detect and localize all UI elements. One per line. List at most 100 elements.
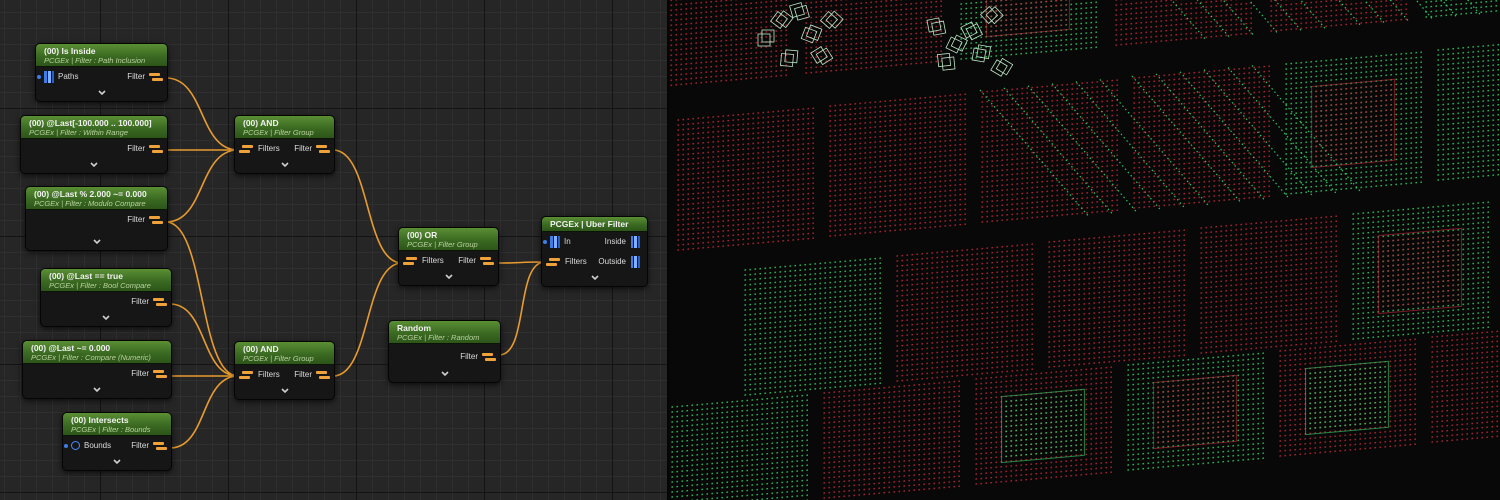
node-subtitle: PCGEx | Filter : Bool Compare (49, 281, 151, 290)
collapse-toggle[interactable] (41, 312, 171, 326)
node-and-group-2[interactable]: (00) AND PCGEx | Filter Group Filters Fi… (234, 341, 335, 400)
node-intersects-bounds[interactable]: (00) Intersects PCGEx | Filter : Bounds … (62, 412, 172, 471)
node-title: (00) OR (407, 230, 438, 240)
points-pin-icon[interactable] (631, 236, 641, 248)
filter-pin-icon[interactable] (482, 352, 496, 362)
exec-dot-icon (64, 444, 68, 448)
point-tile-22 (1126, 350, 1264, 473)
bounds-pin-icon[interactable] (71, 441, 80, 450)
point-tile-24 (1430, 322, 1500, 445)
node-header[interactable]: (00) Intersects PCGEx | Filter : Bounds (63, 413, 171, 436)
filter-pin-icon[interactable] (480, 256, 494, 266)
filter-pin-icon[interactable] (316, 144, 330, 154)
node-subtitle: PCGEx | Filter : Modulo Compare (34, 199, 146, 208)
filter-pin-icon[interactable] (239, 144, 253, 154)
wire-2 (165, 149, 239, 223)
node-compare-numeric[interactable]: (00) @Last ~= 0.000 PCGEx | Filter : Com… (22, 340, 172, 399)
collapse-toggle[interactable] (63, 456, 171, 470)
node-header[interactable]: PCGEx | Uber Filter (542, 217, 647, 232)
pin-label-filter: Filter (131, 441, 149, 450)
collapse-toggle[interactable] (235, 159, 334, 173)
collapse-toggle[interactable] (235, 385, 334, 399)
filter-pin-icon[interactable] (149, 72, 163, 82)
node-header[interactable]: (00) @Last ~= 0.000 PCGEx | Filter : Com… (23, 341, 171, 364)
chevron-down-icon (590, 275, 599, 281)
node-subtitle: PCGEx | Filter Group (407, 240, 478, 249)
node-and-group-1[interactable]: (00) AND PCGEx | Filter Group Filters Fi… (234, 115, 335, 174)
filter-pin-icon[interactable] (153, 297, 167, 307)
node-is-inside[interactable]: (00) Is Inside PCGEx | Filter : Path Inc… (35, 43, 168, 102)
filter-pin-icon[interactable] (153, 441, 167, 451)
wire-9 (496, 261, 546, 264)
point-tile-15 (1047, 227, 1185, 370)
node-header[interactable]: (00) OR PCGEx | Filter Group (399, 228, 498, 251)
pin-label-filter: Filter (460, 352, 478, 361)
collapse-toggle[interactable] (21, 159, 167, 173)
collapse-toggle[interactable] (389, 368, 500, 382)
node-title: Random (397, 323, 431, 333)
point-tile-7 (676, 105, 814, 253)
filter-pin-icon[interactable] (546, 257, 560, 267)
collapse-toggle[interactable] (23, 384, 171, 398)
collapse-toggle[interactable] (26, 230, 167, 250)
bounds-cube-13 (990, 57, 1014, 77)
node-header[interactable]: (00) @Last[-100.000 .. 100.000] PCGEx | … (21, 116, 167, 139)
node-header[interactable]: (00) @Last == true PCGEx | Filter : Bool… (41, 269, 171, 292)
node-subtitle: PCGEx | Filter Group (243, 128, 314, 137)
filter-pin-icon[interactable] (149, 215, 163, 225)
exec-dot-icon (543, 240, 547, 244)
node-header[interactable]: (00) @Last % 2.000 ~= 0.000 PCGEx | Filt… (26, 187, 167, 210)
filter-pin-icon[interactable] (316, 370, 330, 380)
point-tile-16 (1199, 213, 1337, 356)
chevron-down-icon (280, 388, 289, 394)
chevron-down-icon (440, 371, 449, 377)
wire-7 (332, 149, 403, 264)
pin-label-filter: Filter (458, 256, 476, 265)
3d-viewport[interactable] (669, 0, 1500, 500)
node-within-range[interactable]: (00) @Last[-100.000 .. 100.000] PCGEx | … (20, 115, 168, 174)
node-title: (00) @Last == true (49, 271, 123, 281)
chevron-down-icon (102, 315, 110, 321)
pin-label-filters: Filters (258, 370, 280, 379)
chevron-down-icon (444, 274, 453, 280)
pin-label-filters: Filters (565, 257, 587, 266)
pin-label-filter: Filter (294, 144, 312, 153)
node-bool-compare[interactable]: (00) @Last == true PCGEx | Filter : Bool… (40, 268, 172, 327)
node-subtitle: PCGEx | Filter : Path Inclusion (44, 56, 146, 65)
node-header[interactable]: (00) Is Inside PCGEx | Filter : Path Inc… (36, 44, 167, 67)
node-or-group[interactable]: (00) OR PCGEx | Filter Group Filters Fil… (398, 227, 499, 286)
node-header[interactable]: Random PCGEx | Filter : Random (389, 321, 500, 344)
node-title: (00) AND (243, 344, 279, 354)
pin-label-filter: Filter (294, 370, 312, 379)
point-tile-8 (828, 91, 966, 239)
collapse-toggle[interactable] (542, 272, 647, 286)
points-pin-icon[interactable] (550, 236, 560, 248)
points-pin-icon[interactable] (631, 256, 641, 268)
viewport-render (669, 0, 1500, 500)
point-tile-12 (1436, 35, 1500, 183)
filter-pin-icon[interactable] (149, 144, 163, 154)
node-header[interactable]: (00) AND PCGEx | Filter Group (235, 342, 334, 365)
point-tile-13 (743, 255, 881, 398)
points-pin-icon[interactable] (44, 71, 54, 83)
node-header[interactable]: (00) AND PCGEx | Filter Group (235, 116, 334, 139)
point-tile-14 (895, 241, 1033, 384)
pin-label-in: In (564, 237, 571, 246)
filter-pin-icon[interactable] (239, 370, 253, 380)
pin-label-filter: Filter (127, 72, 145, 81)
filter-pin-icon[interactable] (153, 369, 167, 379)
pin-label-filters: Filters (422, 256, 444, 265)
node-random[interactable]: Random PCGEx | Filter : Random Filter (388, 320, 501, 383)
point-tile-19 (670, 392, 808, 500)
collapse-toggle[interactable] (36, 87, 167, 101)
collapse-toggle[interactable] (399, 271, 498, 285)
pcg-graph-editor[interactable]: (00) Is Inside PCGEx | Filter : Path Inc… (0, 0, 667, 500)
filter-pin-icon[interactable] (403, 256, 417, 266)
node-subtitle: PCGEx | Filter : Compare (Numeric) (31, 353, 151, 362)
chevron-down-icon (93, 387, 101, 393)
pin-label-paths: Paths (58, 72, 79, 81)
node-uber-filter[interactable]: PCGEx | Uber Filter In Inside Filters Ou… (541, 216, 648, 287)
node-modulo-compare[interactable]: (00) @Last % 2.000 ~= 0.000 PCGEx | Filt… (25, 186, 168, 251)
pin-label-bounds: Bounds (84, 441, 112, 450)
chevron-down-icon (280, 162, 289, 168)
